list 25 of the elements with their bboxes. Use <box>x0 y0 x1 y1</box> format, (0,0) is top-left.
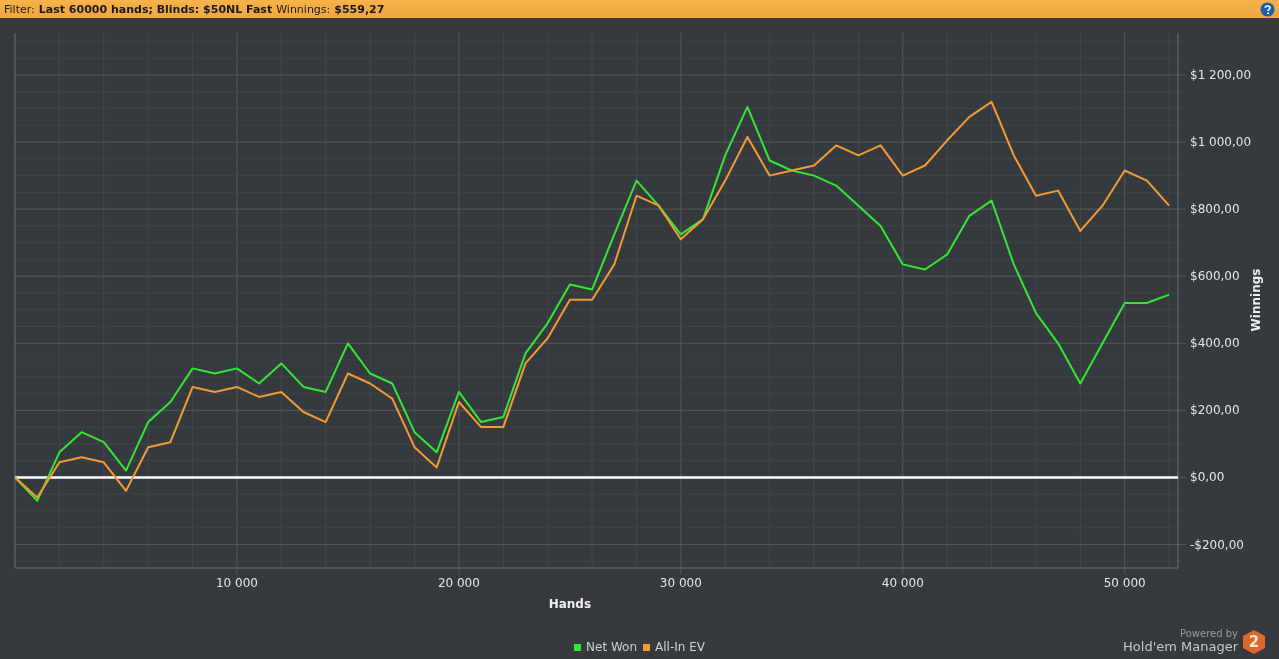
x-axis-title: Hands <box>548 597 592 611</box>
logo-badge: 2 <box>1243 630 1265 654</box>
x-tick-label: 50 000 <box>1103 576 1146 590</box>
y-tick-label: -$200,00 <box>1190 537 1244 552</box>
legend-label: All-In EV <box>655 640 705 654</box>
y-tick-label: $400,00 <box>1190 336 1240 351</box>
y-tick-label: $600,00 <box>1190 269 1240 284</box>
x-tick-label: 10 000 <box>215 576 258 590</box>
filter-text: Last 60000 hands; Blinds: $50NL Fast <box>38 2 273 16</box>
y-tick-label: $200,00 <box>1190 403 1240 418</box>
x-tick-label: 20 000 <box>437 576 480 590</box>
x-tick-label: 30 000 <box>659 576 702 590</box>
product-name: Hold'em Manager <box>1123 639 1238 654</box>
y-tick-label: $1 000,00 <box>1190 135 1252 149</box>
y-axis-title: Winnings <box>1249 268 1263 332</box>
filter-label: Filter: <box>4 2 35 16</box>
x-tick-label: 40 000 <box>881 576 924 590</box>
powered-by-text: Powered by <box>1180 628 1238 639</box>
y-tick-label: $800,00 <box>1190 202 1240 217</box>
y-tick-label: $0,00 <box>1190 470 1225 485</box>
winnings-value: $559,27 <box>334 2 385 16</box>
help-icon[interactable] <box>1260 1 1275 17</box>
legend-label: Net Won <box>586 640 637 654</box>
y-tick-label: $1 200,00 <box>1190 67 1252 82</box>
winnings-label: Winnings: <box>276 2 331 16</box>
